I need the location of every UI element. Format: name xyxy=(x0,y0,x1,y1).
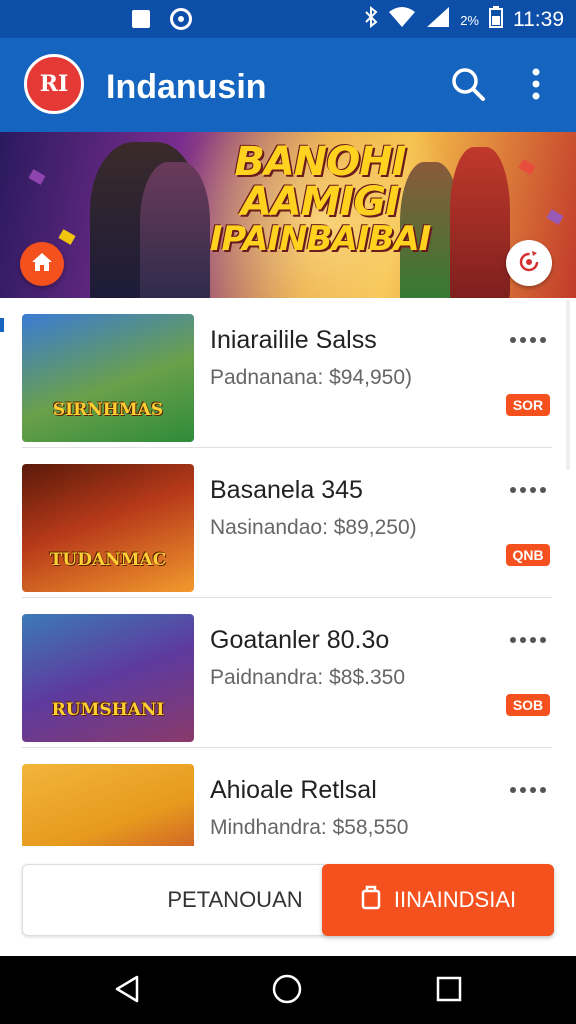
product-price: Paidnandra: $8$.350 xyxy=(210,666,405,689)
home-circle-icon xyxy=(271,973,303,1010)
product-thumbnail xyxy=(22,764,194,846)
list-item[interactable]: Ahioale Retlsal Mindhandra: $58,550 xyxy=(22,748,552,846)
product-price: Padnanana: $94,950) xyxy=(210,366,413,389)
primary-button[interactable]: IINAINDSIAI xyxy=(322,864,554,936)
banner-hero-right-2 xyxy=(450,147,510,298)
more-horizontal-icon[interactable] xyxy=(510,332,550,348)
more-vertical-icon xyxy=(531,68,541,105)
overflow-menu-button[interactable] xyxy=(514,64,558,108)
wifi-icon xyxy=(388,6,416,34)
list-item[interactable]: SIRNHMAS Iniarailile Salѕs Padnanana: $9… xyxy=(22,298,552,448)
home-icon xyxy=(30,251,54,278)
more-horizontal-icon[interactable] xyxy=(510,482,550,498)
bottom-action-bar: PETANOUAN IINAINDSIAI xyxy=(0,846,576,956)
secondary-button-label: PETANOUAN xyxy=(167,887,303,912)
product-price: Nasinandao: $89,250) xyxy=(210,516,417,539)
promo-banner[interactable]: BANOHI AAMIGI IPAINBAIBAI xyxy=(0,132,576,298)
signal-icon xyxy=(426,6,450,34)
app-logo[interactable]: RI xyxy=(24,54,84,114)
back-button[interactable] xyxy=(110,974,144,1008)
app-logo-text: RI xyxy=(39,71,69,97)
search-icon xyxy=(450,66,486,107)
bluetooth-icon xyxy=(364,5,378,34)
product-thumbnail: RUMSHANI xyxy=(22,614,194,742)
search-button[interactable] xyxy=(446,64,490,108)
notification-square-icon xyxy=(132,10,150,28)
product-title: Ahioale Retlsal xyxy=(210,776,377,804)
home-fab-button[interactable] xyxy=(20,242,64,286)
product-list: SIRNHMAS Iniarailile Salѕs Padnanana: $9… xyxy=(10,298,566,846)
battery-percent: 2% xyxy=(460,12,479,28)
status-time: 11:39 xyxy=(513,8,564,31)
product-thumbnail: SIRNHMAS xyxy=(22,314,194,442)
status-bar: 2% 11:39 xyxy=(0,0,576,38)
refresh-icon xyxy=(516,248,542,279)
notification-circle-icon xyxy=(170,8,192,30)
recents-square-icon xyxy=(435,975,463,1008)
banner-headline: BANOHI AAMIGI IPAINBAIBAI xyxy=(209,139,432,259)
battery-icon xyxy=(489,6,503,34)
list-item[interactable]: RUMSHANI Goatanler 80.3o Paidnandra: $8$… xyxy=(22,598,552,748)
secondary-button[interactable]: PETANOUAN xyxy=(22,864,328,936)
refresh-fab-button[interactable] xyxy=(506,240,552,286)
back-triangle-icon xyxy=(113,974,141,1009)
status-badge: QNB xyxy=(506,544,550,566)
product-title: Goatanler 80.3o xyxy=(210,626,390,654)
scrollbar[interactable] xyxy=(566,300,570,470)
system-nav-bar xyxy=(0,956,576,1024)
recents-button[interactable] xyxy=(432,974,466,1008)
more-horizontal-icon[interactable] xyxy=(510,632,550,648)
home-button[interactable] xyxy=(270,974,304,1008)
status-badge: SOR xyxy=(506,394,550,416)
primary-button-label: IINAINDSIAI xyxy=(393,887,517,912)
product-title: Iniarailile Salѕs xyxy=(210,326,377,354)
more-horizontal-icon[interactable] xyxy=(510,782,550,798)
cart-icon xyxy=(360,884,382,916)
scroll-indicator-left xyxy=(0,318,4,332)
product-price: Mindhandra: $58,550 xyxy=(210,816,409,839)
product-thumbnail: TUDANMAC xyxy=(22,464,194,592)
status-badge: SOB xyxy=(506,694,550,716)
app-bar: RI Indanusin xyxy=(0,38,576,132)
app-title: Indanusin xyxy=(106,68,267,106)
product-title: Basanela 345 xyxy=(210,476,363,504)
list-item[interactable]: TUDANMAC Basanela 345 Nasinandao: $89,25… xyxy=(22,448,552,598)
